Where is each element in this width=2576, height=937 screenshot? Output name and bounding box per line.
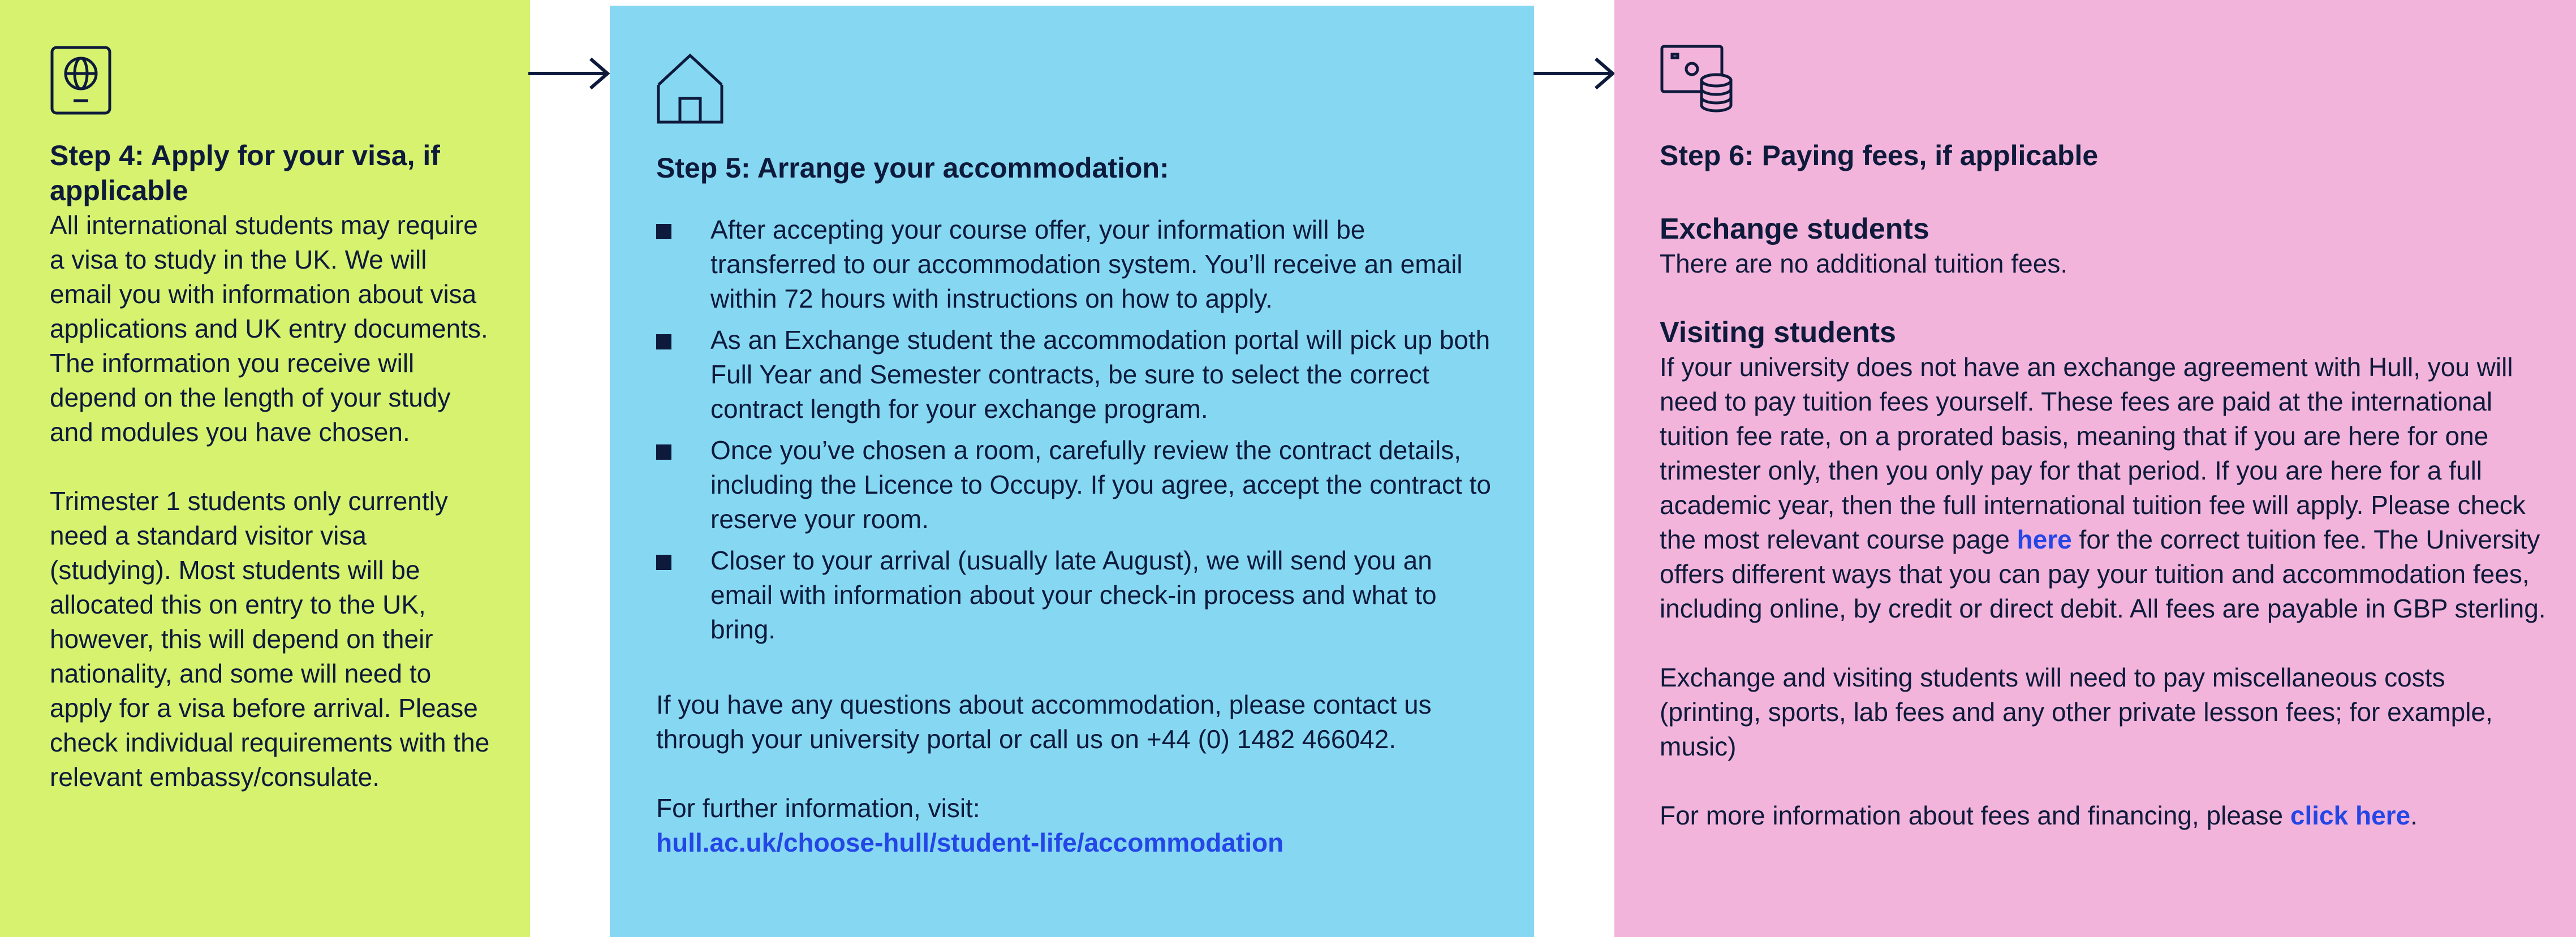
list-item-text: Once you’ve chosen a room, carefully rev…: [710, 435, 1491, 534]
step5-panel: Step 5: Arrange your accommodation: Afte…: [610, 6, 1534, 937]
exchange-students-text: There are no additional tuition fees.: [1660, 249, 2068, 278]
misc-costs-text: Exchange and visiting students will need…: [1660, 663, 2493, 761]
accommodation-link[interactable]: hull.ac.uk/choose-hull/student-life/acco…: [656, 828, 1283, 857]
arrow-right-icon: [1533, 57, 1618, 93]
bullet-square-icon: [656, 334, 671, 349]
accommodation-questions-text: If you have any questions about accommod…: [656, 690, 1432, 754]
click-here-link[interactable]: click here: [2290, 801, 2410, 830]
arrow-right-icon: [528, 57, 613, 93]
list-item: As an Exchange student the accommodation…: [656, 323, 1493, 426]
step6-title: Step 6: Paying fees, if applicable: [1660, 140, 2099, 171]
visiting-students-paragraph: If your university does not have an exch…: [1660, 350, 2553, 626]
visiting-students-heading: Visiting students: [1660, 316, 1896, 349]
list-item: Once you’ve chosen a room, carefully rev…: [656, 433, 1493, 537]
course-page-link[interactable]: here: [2017, 525, 2072, 554]
step6-panel: Step 6: Paying fees, if applicable Excha…: [1614, 0, 2576, 937]
bullet-square-icon: [656, 224, 671, 239]
list-item-text: As an Exchange student the accommodation…: [710, 325, 1491, 424]
money-coins-icon: [1660, 44, 1739, 119]
list-item-text: After accepting your course offer, your …: [710, 215, 1463, 313]
accommodation-steps-list: After accepting your course offer, your …: [656, 213, 1493, 647]
exchange-students-heading: Exchange students: [1660, 213, 1929, 245]
step4-paragraph-trimester: Trimester 1 students only currently need…: [50, 486, 490, 792]
passport-icon: [50, 45, 112, 118]
house-icon: [656, 53, 724, 127]
more-info-paragraph: For more information about fees and fina…: [1660, 798, 2553, 833]
further-info-label: For further information, visit:: [656, 793, 980, 823]
list-item-text: Closer to your arrival (usually late Aug…: [710, 546, 1437, 644]
step4-panel: Step 4: Apply for your visa, if applicab…: [0, 0, 530, 937]
step4-title: Step 4: Apply for your visa, if applicab…: [50, 140, 440, 206]
step4-paragraph-visa: All international students may require a…: [50, 210, 488, 447]
list-item: After accepting your course offer, your …: [656, 213, 1493, 316]
visiting-text-before: If your university does not have an exch…: [1660, 352, 2526, 554]
list-item: Closer to your arrival (usually late Aug…: [656, 543, 1493, 647]
more-info-text: For more information about fees and fina…: [1660, 801, 2290, 830]
step5-title: Step 5: Arrange your accommodation:: [656, 152, 1169, 184]
bullet-square-icon: [656, 555, 671, 570]
bullet-square-icon: [656, 444, 671, 460]
more-info-period: .: [2410, 801, 2418, 830]
